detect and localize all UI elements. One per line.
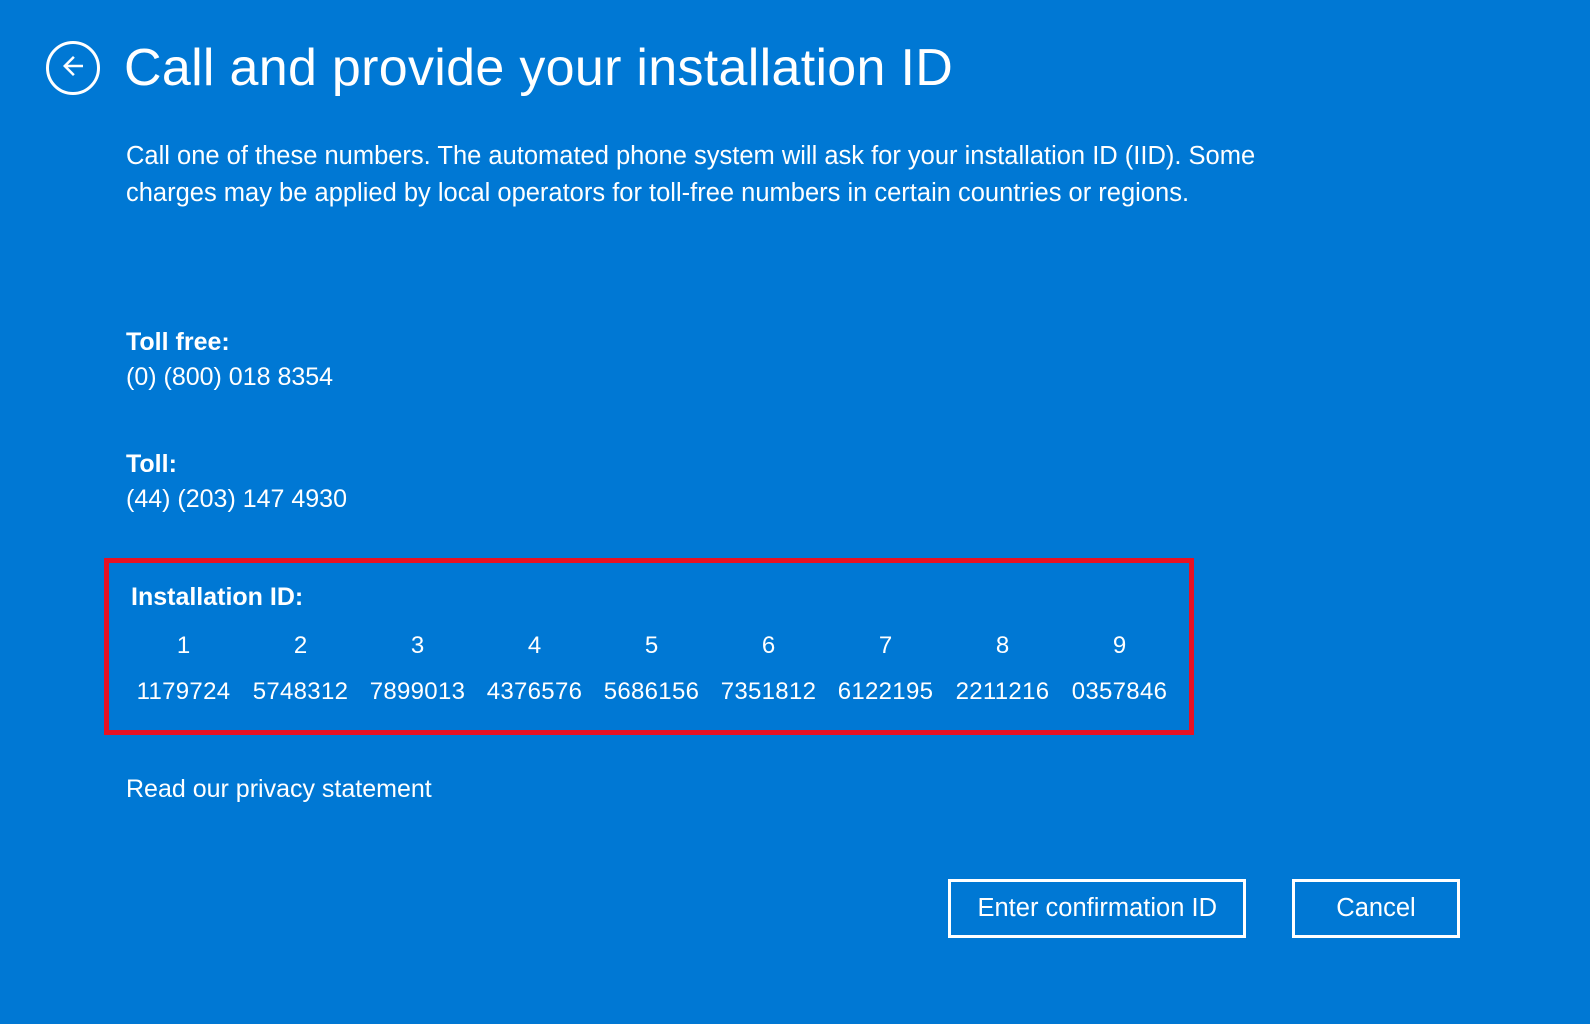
- tollfree-number: (0) (800) 018 8354: [126, 363, 1264, 392]
- id-value: 5686156: [604, 678, 700, 706]
- button-row: Enter confirmation ID Cancel: [948, 879, 1460, 938]
- id-value: 7899013: [370, 678, 466, 706]
- installation-id-grid: 1 1179724 2 5748312 3 7899013 4 4376576 …: [131, 632, 1183, 706]
- id-value: 5748312: [253, 678, 349, 706]
- content-area: Call one of these numbers. The automated…: [0, 98, 1320, 804]
- id-index: 4: [528, 632, 541, 660]
- cancel-button[interactable]: Cancel: [1292, 879, 1460, 938]
- toll-section: Toll: (44) (203) 147 4930: [126, 450, 1264, 514]
- id-column: 8 2211216: [944, 632, 1061, 706]
- page-title: Call and provide your installation ID: [124, 38, 953, 98]
- id-column: 5 5686156: [593, 632, 710, 706]
- id-column: 1 1179724: [125, 632, 242, 706]
- id-value: 7351812: [721, 678, 817, 706]
- id-column: 6 7351812: [710, 632, 827, 706]
- privacy-statement-link[interactable]: Read our privacy statement: [126, 775, 432, 804]
- id-value: 2211216: [956, 678, 1050, 706]
- instructions-text: Call one of these numbers. The automated…: [126, 138, 1264, 212]
- id-value: 6122195: [838, 678, 934, 706]
- installation-id-highlight-box: Installation ID: 1 1179724 2 5748312 3 7…: [104, 558, 1194, 735]
- page-header: Call and provide your installation ID: [0, 0, 1590, 98]
- back-button[interactable]: [46, 41, 100, 95]
- id-column: 2 5748312: [242, 632, 359, 706]
- enter-confirmation-id-button[interactable]: Enter confirmation ID: [948, 879, 1246, 938]
- id-value: 0357846: [1072, 678, 1168, 706]
- tollfree-label: Toll free:: [126, 328, 1264, 357]
- id-index: 8: [996, 632, 1009, 660]
- id-value: 4376576: [487, 678, 583, 706]
- id-index: 6: [762, 632, 775, 660]
- id-value: 1179724: [137, 678, 231, 706]
- id-index: 1: [177, 632, 190, 660]
- tollfree-section: Toll free: (0) (800) 018 8354: [126, 328, 1264, 392]
- toll-number: (44) (203) 147 4930: [126, 485, 1264, 514]
- back-arrow-icon: [58, 51, 88, 86]
- toll-label: Toll:: [126, 450, 1264, 479]
- id-column: 9 0357846: [1061, 632, 1178, 706]
- id-index: 2: [294, 632, 307, 660]
- id-index: 3: [411, 632, 424, 660]
- id-column: 3 7899013: [359, 632, 476, 706]
- installation-id-label: Installation ID:: [131, 583, 1183, 612]
- id-index: 9: [1113, 632, 1126, 660]
- id-column: 4 4376576: [476, 632, 593, 706]
- id-index: 5: [645, 632, 658, 660]
- id-column: 7 6122195: [827, 632, 944, 706]
- id-index: 7: [879, 632, 892, 660]
